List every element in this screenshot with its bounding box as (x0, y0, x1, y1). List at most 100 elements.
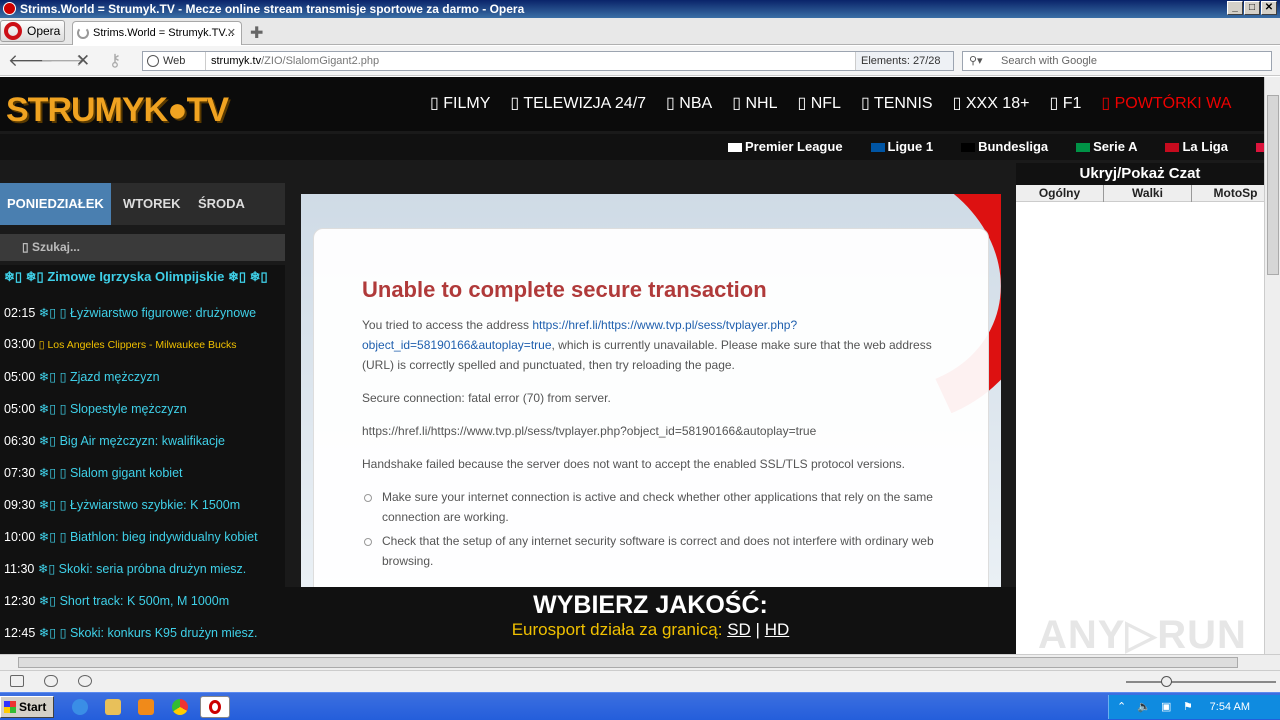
schedule-search-input[interactable]: ▯ Szukaj... (0, 234, 285, 261)
nav-item[interactable]: ▯ TENNIS (861, 95, 933, 112)
folder-icon[interactable] (105, 699, 121, 715)
schedule-event[interactable]: 12:45 ❄▯ ▯ Skoki: konkurs K95 drużyn mie… (4, 625, 258, 640)
nav-item[interactable]: ▯ NHL (732, 95, 777, 112)
speed-dial-icon[interactable] (78, 675, 92, 687)
panel-toggle-icon[interactable] (10, 675, 24, 687)
event-name: ▯ Los Angeles Clippers - Milwaukee Bucks (38, 339, 237, 351)
schedule-event[interactable]: 02:15 ❄▯ ▯ Łyżwiarstwo figurowe: drużyno… (4, 305, 256, 320)
league-link[interactable]: Premier League (728, 139, 857, 154)
tab-poniedzialek[interactable]: PONIEDZIAŁEK (0, 183, 111, 225)
event-name: ❄▯ ▯ Skoki: konkurs K95 drużyn miesz. (38, 626, 258, 640)
zoom-slider-handle[interactable] (1161, 676, 1172, 687)
horizontal-scrollbar[interactable] (0, 654, 1280, 670)
globe-icon (147, 55, 159, 67)
close-window-button[interactable]: ✕ (1261, 1, 1277, 15)
stop-button[interactable]: ✕ (72, 51, 94, 71)
opera-taskbar-button[interactable] (200, 696, 230, 718)
schedule-event[interactable]: 10:00 ❄▯ ▯ Biathlon: bieg indywidualny k… (4, 529, 258, 544)
url-text[interactable]: strumyk.tv/ZIO/SlalomGigant2.php (205, 52, 379, 70)
flag-icon (728, 143, 742, 153)
chrome-icon[interactable] (172, 699, 188, 715)
nav-item[interactable]: ▯ NFL (797, 95, 840, 112)
schedule-event[interactable]: 06:30 ❄▯ Big Air mężczyzn: kwalifikacje (4, 433, 225, 448)
nav-item[interactable]: ▯ NBA (666, 95, 712, 112)
tray-chevron-icon[interactable]: ⌃ (1117, 695, 1126, 719)
site-logo[interactable]: STRUMYK●TV (6, 91, 229, 130)
tab-sroda[interactable]: ŚRODA (191, 183, 252, 225)
nav-item[interactable]: ▯ TELEWIZJA 24/7 (510, 95, 646, 112)
league-link[interactable]: Bundesliga (961, 139, 1062, 154)
error-title: Unable to complete secure transaction (362, 277, 767, 302)
scroll-thumb[interactable] (18, 657, 1238, 668)
error-paragraph-1: You tried to access the address https://… (362, 318, 932, 372)
network-icon[interactable]: ▣ (1161, 695, 1171, 719)
schedule-event[interactable]: 05:00 ❄▯ ▯ Zjazd mężczyzn (4, 369, 160, 384)
tab-strumyk[interactable]: Strims.World = Strumyk.TV... ✕ (72, 21, 242, 45)
league-link[interactable]: Ekstral (1255, 139, 1264, 154)
schedule-event[interactable]: 09:30 ❄▯ ▯ Łyżwiarstwo szybkie: K 1500m (4, 497, 240, 512)
loading-spinner-icon (77, 27, 89, 39)
back-button[interactable]: 🡐 (8, 51, 54, 71)
close-tab-icon[interactable]: ✕ (227, 22, 236, 44)
error-tips: Make sure your internet connection is ac… (362, 487, 940, 571)
window-title: Strims.World = Strumyk.TV - Mecze online… (20, 2, 525, 16)
new-tab-button[interactable]: ✚ (250, 23, 263, 43)
tab-title: Strims.World = Strumyk.TV (93, 27, 225, 39)
flag-icon[interactable]: ⚑ (1183, 695, 1193, 719)
web-page: STRUMYK●TV ▯ FILMY ▯ TELEWIZJA 24/7 ▯ NBA ▯… (0, 77, 1264, 654)
ie-icon[interactable] (72, 699, 88, 715)
nav-item[interactable]: ▯ XXX 18+ (953, 95, 1030, 112)
taskbar: Start ⌃ 🔈 ▣ ⚑ 7:54 AM (0, 692, 1280, 720)
quality-sd-link[interactable]: SD (727, 620, 751, 639)
main-nav: ▯ FILMY ▯ TELEWIZJA 24/7 ▯ NBA ▯ NHL ▯ NFL ▯ … (430, 93, 1251, 113)
flag-icon (1076, 143, 1091, 153)
scroll-thumb[interactable] (1267, 95, 1279, 275)
error-paragraph-3: https://href.li/https://www.tvp.pl/sess/… (362, 424, 817, 438)
schedule-event[interactable]: 12:30 ❄▯ Short track: K 500m, M 1000m (4, 593, 229, 608)
start-button[interactable]: Start (0, 696, 54, 718)
forward-button[interactable]: 🡒 (40, 51, 86, 71)
schedule-event[interactable]: 03:00 ▯ Los Angeles Clippers - Milwaukee… (4, 337, 237, 351)
chat-panel: Ukryj/Pokaż Czat Ogólny Walki MotoSp (1016, 163, 1264, 654)
nav-item[interactable]: ▯ F1 (1049, 95, 1081, 112)
error-tip: Check that the setup of any internet sec… (364, 531, 940, 571)
league-link[interactable]: Ligue 1 (870, 139, 948, 154)
schedule-event[interactable]: 11:30 ❄▯ Skoki: seria próbna drużyn mies… (4, 561, 246, 576)
schedule-event[interactable]: 05:00 ❄▯ ▯ Slopestyle mężczyzn (4, 401, 187, 416)
event-name: ❄▯ ▯ Slalom gigant kobiet (38, 466, 183, 480)
chat-tab-ogolny[interactable]: Ogólny (1016, 185, 1104, 202)
vertical-scrollbar[interactable] (1264, 77, 1280, 654)
league-link[interactable]: La Liga (1165, 139, 1242, 154)
event-time: 07:30 (4, 466, 36, 480)
quality-hd-link[interactable]: HD (765, 620, 790, 639)
event-time: 12:30 (4, 594, 36, 608)
chat-tab-walki[interactable]: Walki (1104, 185, 1192, 202)
maximize-button[interactable]: □ (1244, 1, 1260, 15)
nav-item[interactable]: ▯ POWTÓRKI WA (1101, 95, 1231, 112)
event-name: ❄▯ ▯ Łyżwiarstwo szybkie: K 1500m (38, 498, 241, 512)
chat-tab-motosport[interactable]: MotoSp (1192, 185, 1264, 202)
media-player-icon[interactable] (138, 699, 154, 715)
address-bar[interactable]: Web strumyk.tv/ZIO/SlalomGigant2.php Ele… (142, 51, 954, 71)
chat-toggle[interactable]: Ukryj/Pokaż Czat (1016, 163, 1264, 185)
error-card: Unable to complete secure transaction Yo… (313, 228, 989, 587)
error-tip: Make sure your internet connection is ac… (364, 487, 940, 527)
opera-menu-button[interactable]: Opera (0, 20, 65, 42)
key-icon[interactable]: ⚷ (104, 51, 126, 71)
tab-wtorek[interactable]: WTOREK (116, 183, 188, 225)
schedule-event[interactable]: 07:30 ❄▯ ▯ Slalom gigant kobiet (4, 465, 183, 480)
tab-bar: Opera Strims.World = Strumyk.TV... ✕ ✚ (0, 18, 1280, 45)
volume-icon[interactable]: 🔈 (1137, 695, 1151, 719)
chat-tabs: Ogólny Walki MotoSp (1016, 185, 1264, 202)
quality-line: Eurosport działa za granicą: SD | HD (511, 620, 790, 639)
window-title-bar: Strims.World = Strumyk.TV - Mecze online… (0, 0, 1280, 18)
event-name: ❄▯ Short track: K 500m, M 1000m (38, 594, 230, 608)
zoom-slider[interactable] (1126, 676, 1276, 687)
minimize-button[interactable]: _ (1227, 1, 1243, 15)
cloud-icon[interactable] (44, 675, 58, 687)
search-input[interactable]: ⚲▾ Search with Google (962, 51, 1272, 71)
nav-item[interactable]: ▯ FILMY (430, 95, 490, 112)
web-badge[interactable]: Web (147, 52, 185, 70)
event-time: 09:30 (4, 498, 36, 512)
league-link[interactable]: Serie A (1076, 139, 1151, 154)
